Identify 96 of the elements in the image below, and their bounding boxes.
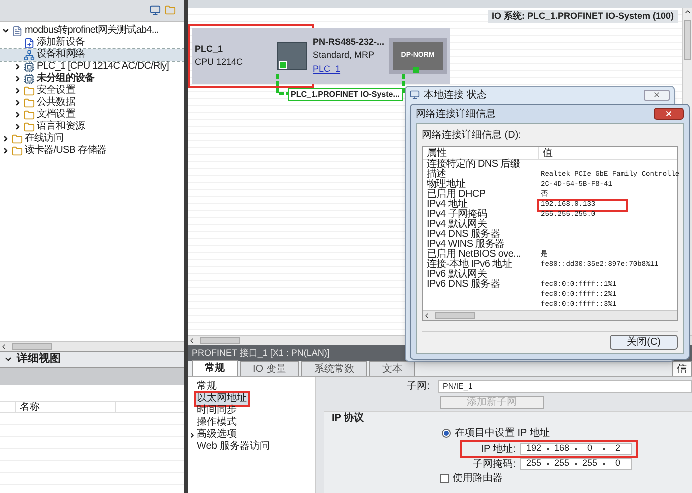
scroll-thumb[interactable]: [684, 20, 691, 60]
folder-icon: [12, 134, 23, 144]
tree-item[interactable]: 公共数据: [0, 97, 184, 109]
inspector-tab[interactable]: IO 变量: [240, 361, 300, 376]
network-label: PLC_1.PROFINET IO-Syste...: [288, 88, 403, 101]
tree-item[interactable]: 未分组的设备: [0, 73, 184, 85]
device-type: Standard, MRP: [313, 49, 376, 62]
property-name: 连接-本地 IPv6 地址: [427, 260, 512, 270]
inspector-tab[interactable]: 系统常数: [301, 361, 368, 376]
scroll-left-icon[interactable]: [0, 342, 8, 350]
network-adapter-icon: [410, 90, 420, 100]
field-label: 子网:: [406, 380, 430, 394]
tree-item[interactable]: 安全设置: [0, 85, 184, 97]
property-name: IPv4 默认网关: [427, 220, 488, 230]
tree-item[interactable]: PLC_1 [CPU 1214C AC/DC/Rly]: [0, 61, 184, 73]
window-title: 本地连接 状态: [424, 88, 487, 102]
device-link[interactable]: PLC_1: [313, 62, 389, 76]
property-name: IPv6 DNS 服务器: [427, 280, 500, 290]
tree-item[interactable]: 语言和资源: [0, 121, 184, 133]
radio-button[interactable]: [442, 429, 451, 438]
scroll-thumb[interactable]: [200, 337, 240, 344]
section-title: IP 协议: [332, 413, 366, 425]
property-name: IPv4 地址: [427, 200, 468, 210]
property-name: 已启用 DHCP: [427, 190, 486, 200]
network-icon: [24, 50, 35, 60]
nav-item[interactable]: 常规: [196, 381, 218, 393]
list-scrollbar[interactable]: [423, 310, 677, 320]
device-name: PLC_1: [195, 42, 224, 56]
column-header: 属性: [423, 147, 539, 159]
io-system-label: IO 系统: PLC_1.PROFINET IO-System (100): [488, 10, 678, 23]
octet-value: 0: [614, 457, 622, 470]
field-label: IP 地址:: [480, 442, 516, 456]
scroll-thumb[interactable]: [12, 343, 52, 350]
scroll-thumb[interactable]: [435, 312, 475, 319]
nav-item[interactable]: 高级选项: [196, 429, 238, 441]
scroll-left-icon[interactable]: [188, 336, 196, 344]
property-name: IPv6 默认网关: [427, 270, 488, 280]
nav-item[interactable]: 时间同步: [196, 405, 238, 417]
device-type: CPU 1214C: [195, 56, 244, 69]
close-icon[interactable]: [653, 91, 661, 99]
nav-item[interactable]: 以太网地址: [196, 393, 248, 405]
folder-icon: [24, 86, 35, 96]
nav-item[interactable]: Web 服务器访问: [196, 441, 272, 453]
octet-value: 168: [553, 442, 571, 456]
property-name: 连接特定的 DNS 后缀: [427, 160, 520, 170]
panel-header[interactable]: 详细视图: [0, 351, 184, 368]
list-label: 网络连接详细信息 (D):: [422, 128, 522, 143]
scroll-up-icon[interactable]: [684, 8, 692, 16]
column-header: 名称: [16, 402, 116, 412]
property-name: IPv4 子网掩码: [427, 210, 488, 220]
dialog-title: 网络连接详细信息: [416, 108, 496, 122]
property-name: 已启用 NetBIOS ove...: [427, 250, 522, 260]
tree-item[interactable]: modbus转profinet网关测试ab4...: [0, 25, 184, 37]
tree-item[interactable]: 在线访问: [0, 133, 184, 145]
tree-scrollbar[interactable]: [0, 341, 184, 351]
folder-icon: [12, 146, 23, 156]
octet-value: 255: [553, 457, 571, 470]
inspector-tab[interactable]: 文本: [369, 361, 416, 376]
chip-icon: [24, 62, 35, 72]
close-button[interactable]: [654, 108, 684, 120]
tree-item[interactable]: 文档设置: [0, 109, 184, 121]
radio-label: 在项目中设置 IP 地址: [455, 426, 550, 441]
device-card[interactable]: PLC_1 CPU 1214C: [192, 28, 310, 84]
octet-value: 2: [614, 442, 622, 456]
octet-value: 0: [586, 442, 594, 456]
scroll-left-icon[interactable]: [423, 312, 431, 320]
tree-item[interactable]: 添加新设备: [0, 37, 184, 49]
file-plus-icon: [24, 38, 35, 48]
tree-item[interactable]: 读卡器/USB 存储器: [0, 145, 184, 157]
checkbox[interactable]: [440, 474, 449, 482]
tree-item[interactable]: 设备和网络: [0, 49, 184, 61]
property-name: IPv4 DNS 服务器: [427, 230, 500, 240]
property-name: 物理地址: [427, 180, 466, 190]
octet-value: 192: [525, 442, 543, 456]
octet-value: 255: [525, 457, 543, 470]
octet-value: 255: [581, 457, 599, 470]
subnet-mask-field[interactable]: 255 255 255 0: [520, 458, 632, 470]
property-name: 描述: [427, 170, 446, 180]
inspector-tab[interactable]: 常规: [192, 360, 238, 376]
info-tab[interactable]: 信: [672, 361, 692, 376]
panel-title: 详细视图: [17, 352, 61, 368]
checkbox-label: 使用路由器: [453, 472, 503, 486]
property-name: IPv4 WINS 服务器: [427, 240, 505, 250]
chip-icon: [24, 74, 35, 84]
field-label: 子网掩码:: [472, 458, 516, 472]
device-name: PN-RS485-232-...: [313, 36, 386, 49]
folder-icon: [24, 110, 35, 120]
nav-item[interactable]: 操作模式: [196, 417, 238, 429]
folder-icon: [24, 122, 35, 132]
ip-address-field[interactable]: 192 168 0 2: [520, 443, 632, 455]
document-icon: [12, 26, 23, 36]
close-dialog-button[interactable]: 关闭(C): [610, 335, 678, 350]
column-header: 值: [542, 147, 554, 159]
folder-icon: [24, 98, 35, 108]
subnet-field[interactable]: PN/IE_1: [438, 380, 692, 393]
monitor-icon[interactable]: [150, 5, 161, 16]
